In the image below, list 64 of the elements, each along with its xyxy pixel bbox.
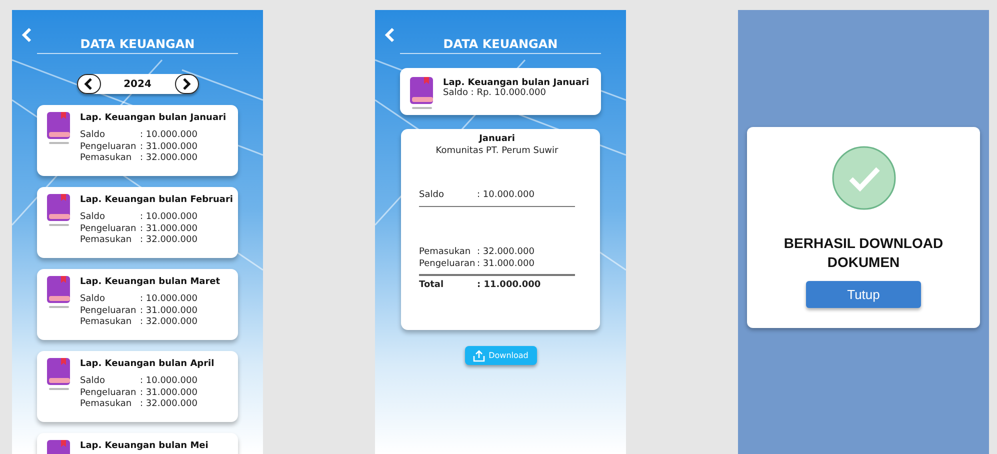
row-value: : 32.000.000 <box>477 247 536 258</box>
balance-text: Saldo : Rp. 10.000.000 <box>443 88 547 98</box>
row-label: Saldo <box>80 130 106 142</box>
close-button[interactable]: Tutup <box>806 281 921 308</box>
row-label: Saldo <box>80 294 106 306</box>
row-label: Saldo <box>419 190 445 202</box>
screen-title: DATA KEUANGAN <box>80 37 195 53</box>
row-label: Pemasukan <box>80 317 133 328</box>
row-value: : 11.000.000 <box>477 280 542 291</box>
check-circle-icon <box>832 146 896 210</box>
report-card[interactable]: Lap. Keuangan bulan Januari Saldo : 10.000.000 Pengeluaran : 31.000.000 Pemasukan : 32.000.000 <box>37 105 238 176</box>
row-label: Total <box>419 280 445 291</box>
back-icon[interactable] <box>384 27 396 43</box>
report-card[interactable]: Lap. Keuangan bulan Mei <box>37 433 238 454</box>
row-value: : 32.000.000 <box>140 235 198 246</box>
organization-name: Komunitas PT. Perum Suwir <box>434 146 560 156</box>
book-icon <box>46 193 72 227</box>
row-label: Pemasukan <box>80 399 133 410</box>
book-icon <box>46 111 72 145</box>
report-card[interactable]: Lap. Keuangan bulan Maret Saldo : 10.000.000 Pengeluaran : 31.000.000 Pemasukan : 32.000.000 <box>37 269 238 340</box>
book-icon <box>409 76 435 110</box>
previous-year-button[interactable] <box>76 74 100 94</box>
row-label: Pengeluaran <box>80 306 138 317</box>
row-value: : 31.000.000 <box>140 306 198 317</box>
chevron-left-icon <box>84 78 93 90</box>
upload-icon <box>472 350 485 362</box>
screen-title: DATA KEUANGAN <box>443 37 558 53</box>
row-value: : 31.000.000 <box>140 388 198 399</box>
year-label: 2024 <box>124 78 152 90</box>
row-label: Pengeluaran <box>80 224 138 235</box>
book-icon <box>46 275 72 309</box>
row-value: : 32.000.000 <box>140 153 198 164</box>
row-value: : 10.000.000 <box>477 190 536 202</box>
report-title: Lap. Keuangan bulan Januari <box>443 78 590 88</box>
report-card[interactable]: Lap. Keuangan bulan Februari Saldo : 10.000.000 Pengeluaran : 31.000.000 Pemasukan : 32.000.000 <box>37 187 238 258</box>
month-title: Januari <box>478 134 516 144</box>
row-label: Pengeluaran <box>80 142 138 153</box>
report-title: Lap. Keuangan bulan Maret <box>80 277 220 287</box>
row-value: : 32.000.000 <box>140 317 198 328</box>
chevron-right-icon <box>182 78 191 90</box>
row-value: : 32.000.000 <box>140 399 198 410</box>
row-value: : 10.000.000 <box>140 376 198 388</box>
report-title: Lap. Keuangan bulan Januari <box>80 113 226 123</box>
row-value: : 31.000.000 <box>140 224 198 235</box>
row-label: Pengeluaran <box>80 388 138 399</box>
row-label: Pemasukan <box>80 235 133 246</box>
report-title: Lap. Keuangan bulan Mei <box>80 441 208 451</box>
back-icon[interactable] <box>21 27 33 43</box>
row-label: Pemasukan <box>80 153 133 164</box>
row-label: Saldo <box>80 376 106 388</box>
report-title: Lap. Keuangan bulan April <box>80 359 214 369</box>
row-label: Pengeluaran <box>419 258 476 270</box>
row-label: Pemasukan <box>419 247 472 258</box>
book-icon <box>46 357 72 391</box>
row-value: : 10.000.000 <box>140 294 198 306</box>
row-value: : 31.000.000 <box>477 258 536 270</box>
row-value: : 31.000.000 <box>140 142 198 153</box>
report-card[interactable]: Lap. Keuangan bulan April Saldo : 10.000.000 Pengeluaran : 31.000.000 Pemasukan : 32.000.000 <box>37 351 238 422</box>
row-label: Saldo <box>80 212 106 224</box>
next-year-button[interactable] <box>174 74 198 94</box>
row-value: : 10.000.000 <box>140 212 198 224</box>
success-message: BERHASIL DOWNLOAD DOKUMEN <box>782 234 944 272</box>
row-value: : 10.000.000 <box>140 130 198 142</box>
report-title: Lap. Keuangan bulan Februari <box>80 195 233 205</box>
